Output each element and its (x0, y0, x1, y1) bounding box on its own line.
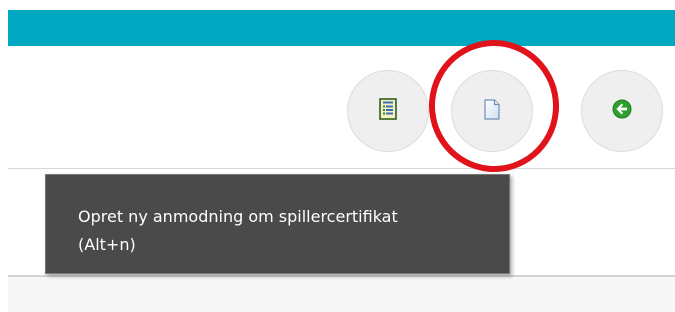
tooltip-shortcut: (Alt+n) (78, 235, 136, 254)
header-bar (8, 10, 675, 46)
top-margin (0, 0, 675, 10)
back-arrow-icon (612, 99, 632, 123)
certificate-list-button[interactable] (347, 70, 429, 152)
tooltip-text: Opret ny anmodning om spillercertifikat (78, 207, 398, 226)
tooltip: Opret ny anmodning om spillercertifikat … (45, 174, 510, 274)
back-button[interactable] (581, 70, 663, 152)
new-request-button[interactable] (451, 70, 533, 152)
page: Opret ny anmodning om spillercertifikat … (0, 0, 675, 312)
toolbar (8, 46, 675, 168)
lower-panel (8, 277, 675, 312)
certificate-list-icon (379, 98, 397, 124)
new-document-icon (484, 98, 500, 124)
